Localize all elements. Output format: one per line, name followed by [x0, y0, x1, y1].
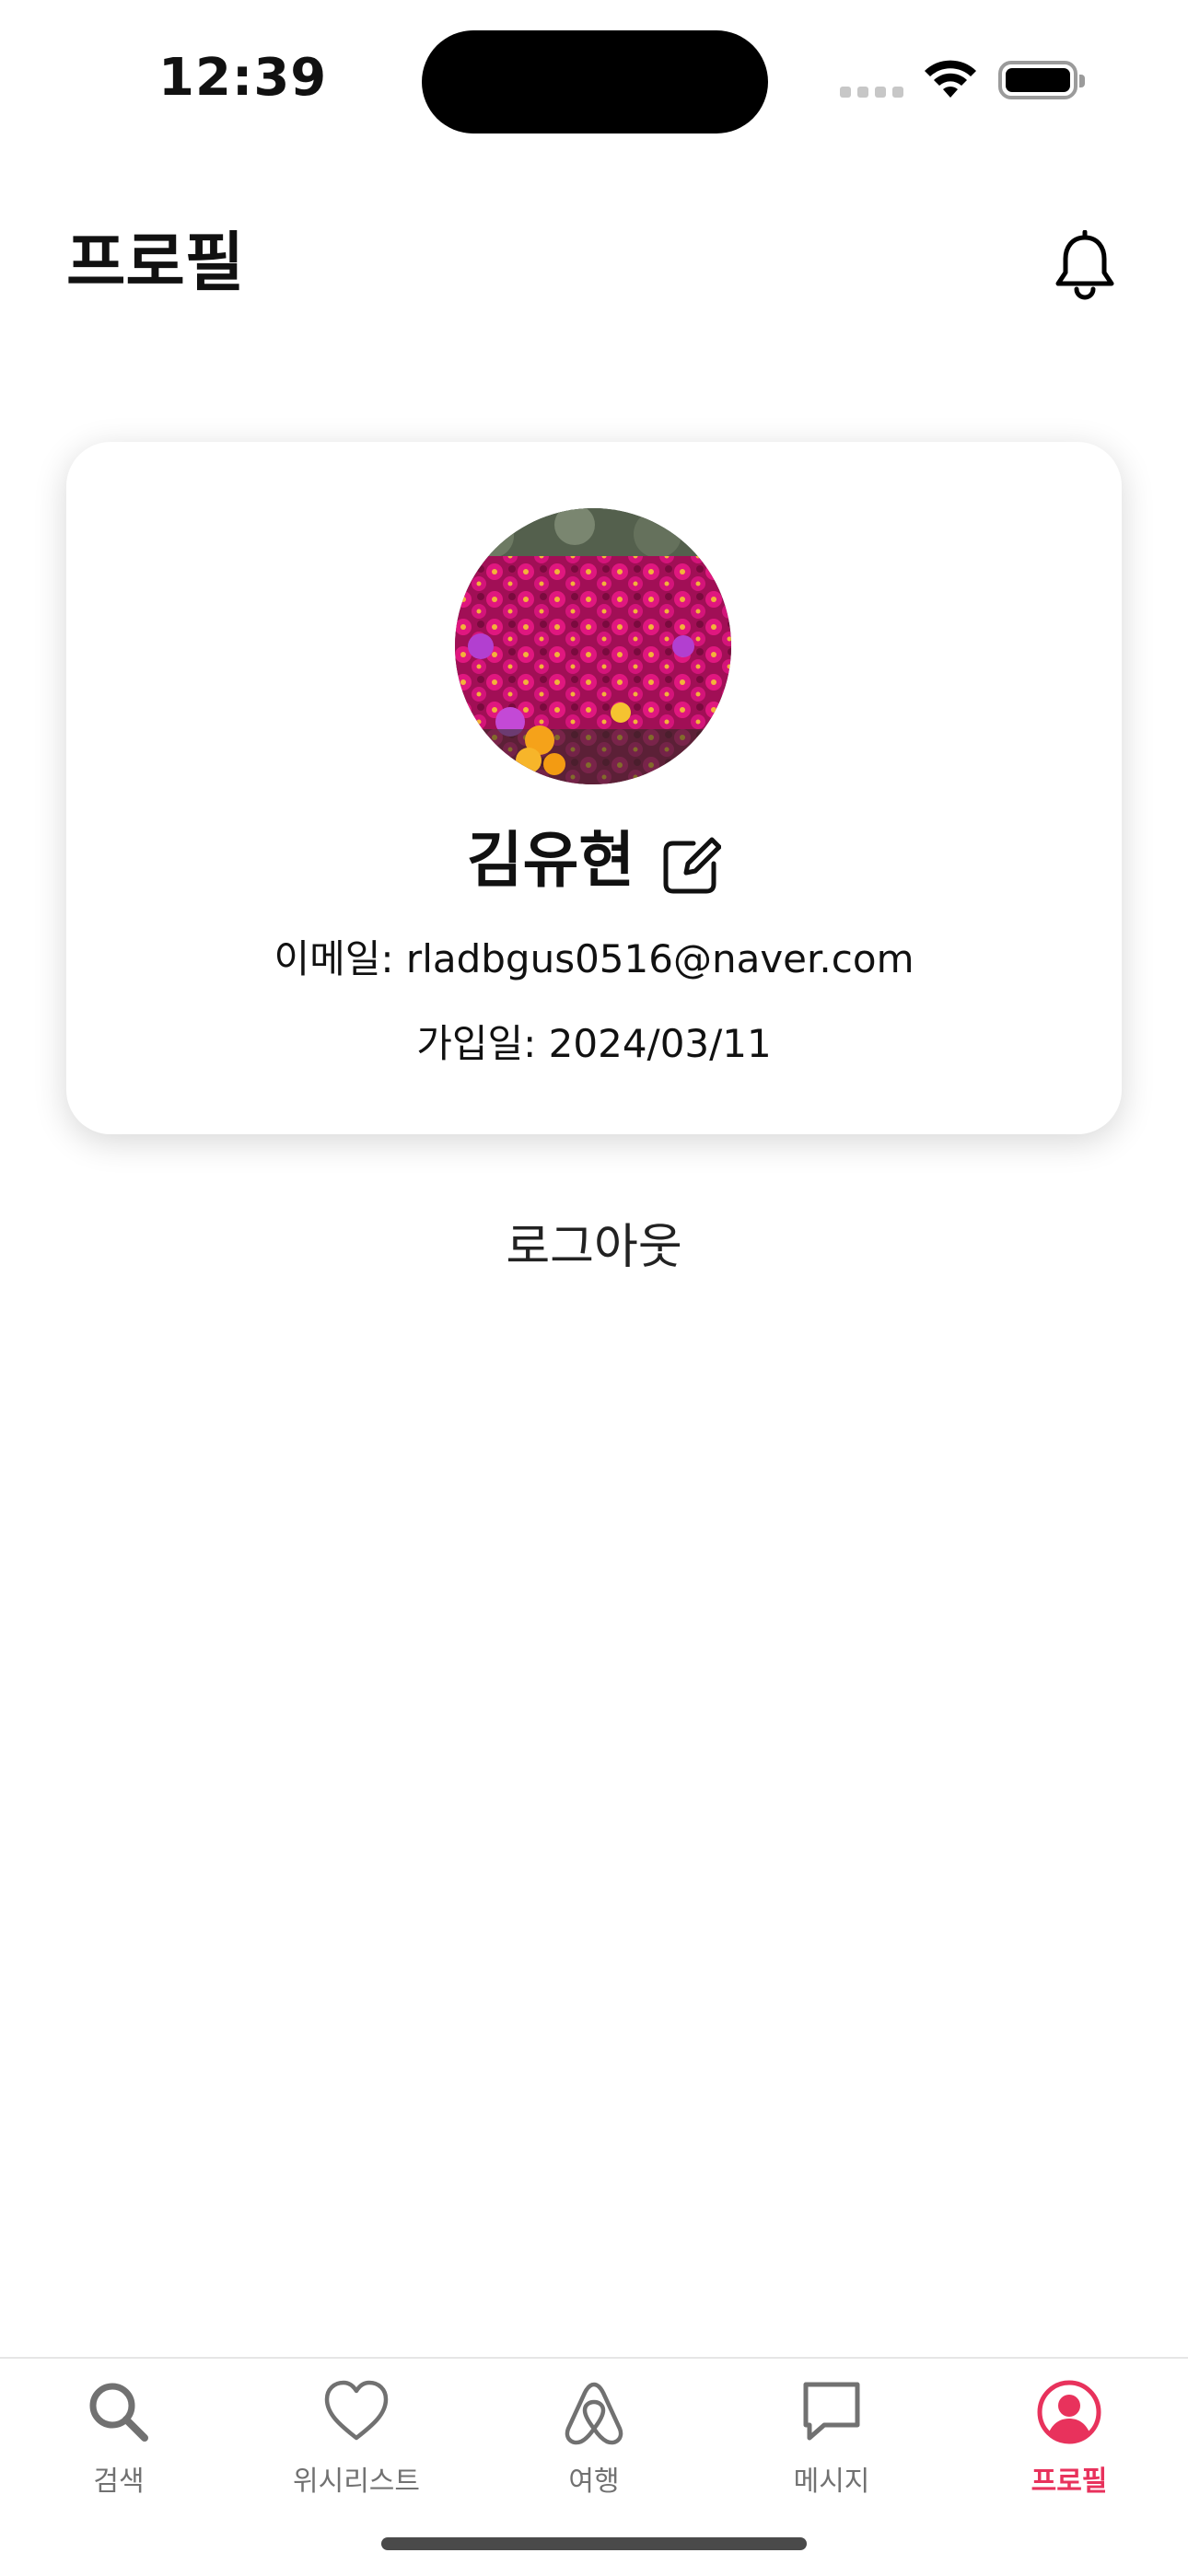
tab-label: 여행 [568, 2466, 620, 2498]
battery-icon [998, 61, 1085, 99]
profile-card: 김유현 이메일: rladbgus0516@naver.com 가입일: 202… [66, 442, 1122, 1134]
status-time: 12:39 [158, 48, 328, 108]
logout-button[interactable]: 로그아웃 [0, 1215, 1188, 1280]
wifi-icon [925, 60, 976, 98]
tab-label: 메시지 [793, 2466, 870, 2498]
heart-icon [324, 2380, 389, 2441]
tab-label: 프로필 [1031, 2466, 1108, 2498]
bell-icon[interactable] [1050, 230, 1120, 304]
profile-icon [1037, 2380, 1101, 2444]
avatar[interactable] [455, 508, 731, 784]
user-name: 김유현 [466, 825, 635, 896]
name-row: 김유현 [66, 819, 1122, 902]
tab-wishlist[interactable]: 위시리스트 [238, 2377, 475, 2515]
email-text: 이메일: rladbgus0516@naver.com [274, 936, 914, 981]
airbnb-logo-icon [565, 2382, 623, 2445]
edit-icon[interactable] [662, 836, 722, 895]
tab-messages[interactable]: 메시지 [713, 2377, 950, 2515]
tab-trips[interactable]: 여행 [475, 2377, 713, 2515]
message-icon [803, 2382, 860, 2441]
cellular-signal-icon [840, 87, 904, 98]
join-date-text: 가입일: 2024/03/11 [416, 1021, 772, 1066]
search-icon [89, 2383, 148, 2442]
tab-search[interactable]: 검색 [0, 2377, 238, 2515]
page-title: 프로필 [66, 225, 245, 300]
tab-profile[interactable]: 프로필 [950, 2377, 1188, 2515]
dynamic-island [422, 30, 768, 133]
home-indicator[interactable] [381, 2537, 807, 2550]
tab-label: 위시리스트 [293, 2466, 420, 2498]
tab-label: 검색 [93, 2466, 145, 2498]
